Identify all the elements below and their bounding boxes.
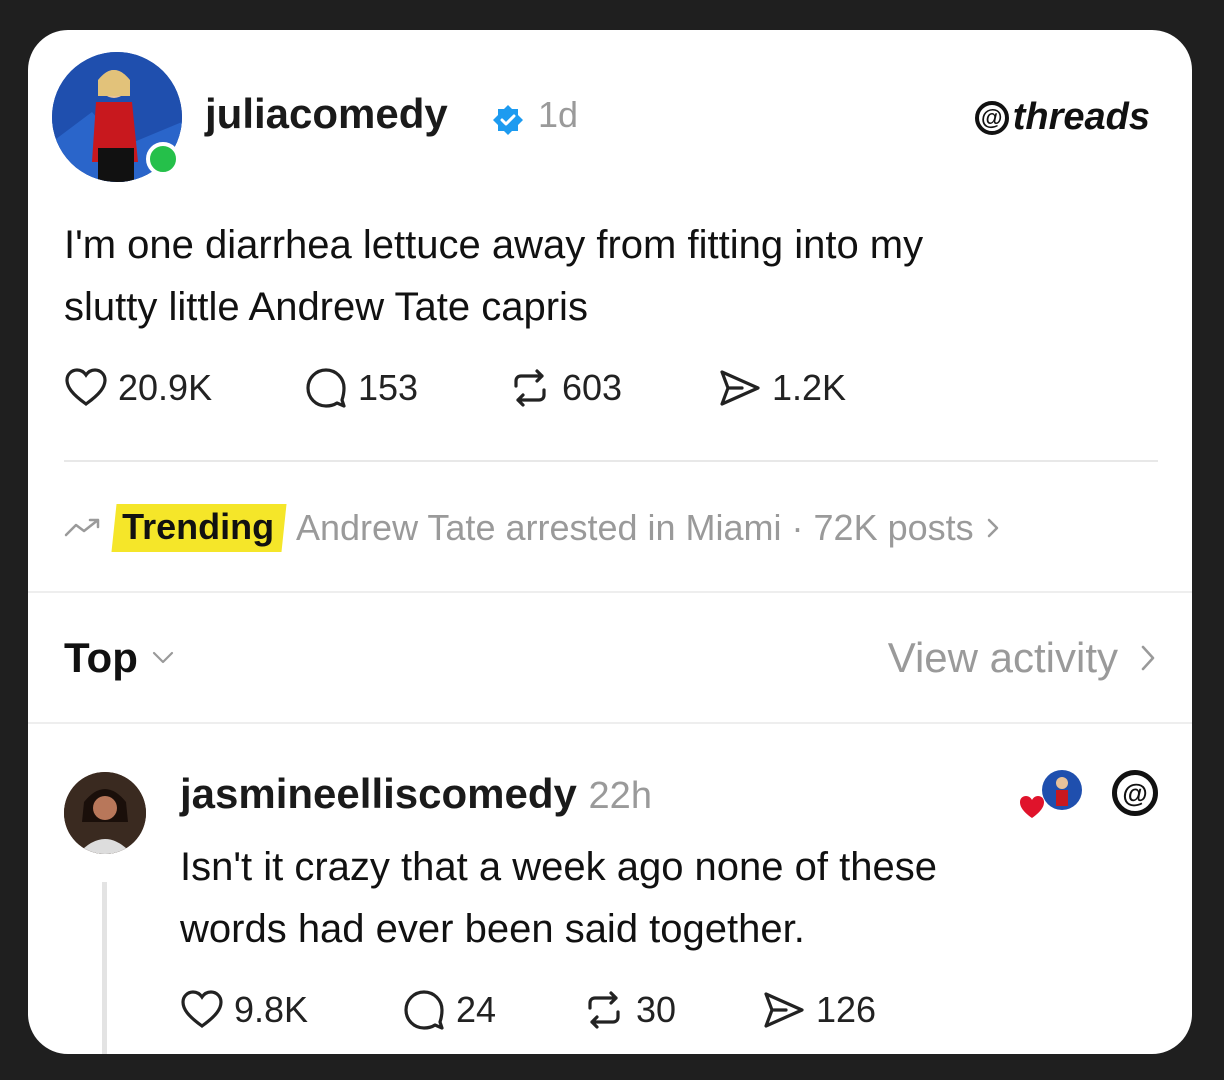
reply-avatar[interactable] [64,772,146,854]
share-icon [720,370,760,406]
comment-count: 153 [358,367,419,408]
repost-count: 30 [636,989,677,1030]
sort-dropdown[interactable]: Top [64,634,174,682]
verified-icon [493,105,523,135]
online-indicator [146,142,180,176]
repost-count: 603 [562,367,623,408]
chevron-right-icon [987,518,998,538]
chevron-down-icon [152,651,173,664]
reply-header: jasmineelliscomedy 22h [180,770,652,818]
separator [28,591,1192,593]
reply-time: 22h [588,775,652,817]
comment-icon [404,990,444,1030]
share-count: 1.2K [772,367,847,408]
post-text-line: slutty little Andrew Tate capris [64,285,588,329]
liked-by-author-icon [1020,770,1082,818]
share-icon [764,992,804,1028]
post-time: 1d [538,94,579,135]
threads-logo-icon[interactable]: @ [1112,770,1158,816]
post-card: juliacomedy 1d @ threads I'm one diarrhe… [28,30,1192,1054]
reply-username[interactable]: jasmineelliscomedy [180,770,577,817]
share-button[interactable]: 1.2K [718,366,846,410]
reply-avatar-figure [64,772,146,854]
view-activity-label: View activity [887,634,1118,681]
like-button[interactable]: 20.9K [64,366,304,410]
reply-text: Isn't it crazy that a week ago none of t… [180,836,1140,960]
comment-icon [306,368,346,408]
divider [64,460,1158,462]
separator [28,722,1192,724]
share-count: 126 [816,989,877,1030]
reply-text-line: Isn't it crazy that a week ago none of t… [180,845,937,889]
comment-button[interactable]: 24 [402,988,582,1032]
repost-button[interactable]: 30 [582,988,762,1032]
threads-brand: @ threads [974,96,1150,139]
like-button[interactable]: 9.8K [180,988,402,1032]
trending-label: Trending [122,506,275,547]
sort-label: Top [64,634,138,681]
trending-row[interactable]: Trending Andrew Tate arrested in Miami ·… [64,504,1000,552]
author-username[interactable]: juliacomedy [205,90,448,138]
post-actions: 20.9K 153 603 1.2K [64,366,846,410]
post-text-line: I'm one diarrhea lettuce away from fitti… [64,223,924,267]
heart-icon [181,990,223,1028]
reply-actions: 9.8K 24 30 126 [180,988,876,1032]
comment-button[interactable]: 153 [304,366,508,410]
chevron-right-icon [1141,645,1155,671]
trending-badge: Trending [111,504,287,552]
trending-icon [64,518,100,537]
post-header: juliacomedy 1d @ threads [52,52,1162,192]
like-count: 9.8K [234,989,309,1030]
like-count: 20.9K [118,367,213,408]
author-avatar[interactable] [52,52,182,182]
trending-topic: Andrew Tate arrested in Miami · 72K post… [296,507,974,548]
threads-logo-icon: @ [974,100,1009,135]
repost-icon [514,369,546,407]
brand-label: threads [1012,96,1150,138]
thread-line [102,882,107,1054]
repost-icon [588,991,620,1029]
share-button[interactable]: 126 [762,988,876,1032]
post-text: I'm one diarrhea lettuce away from fitti… [64,214,1144,338]
heart-icon [65,368,107,406]
view-activity-link[interactable]: View activity [888,634,1156,682]
repost-button[interactable]: 603 [508,366,718,410]
reply-text-line: words had ever been said together. [180,907,805,951]
comment-count: 24 [456,989,497,1030]
